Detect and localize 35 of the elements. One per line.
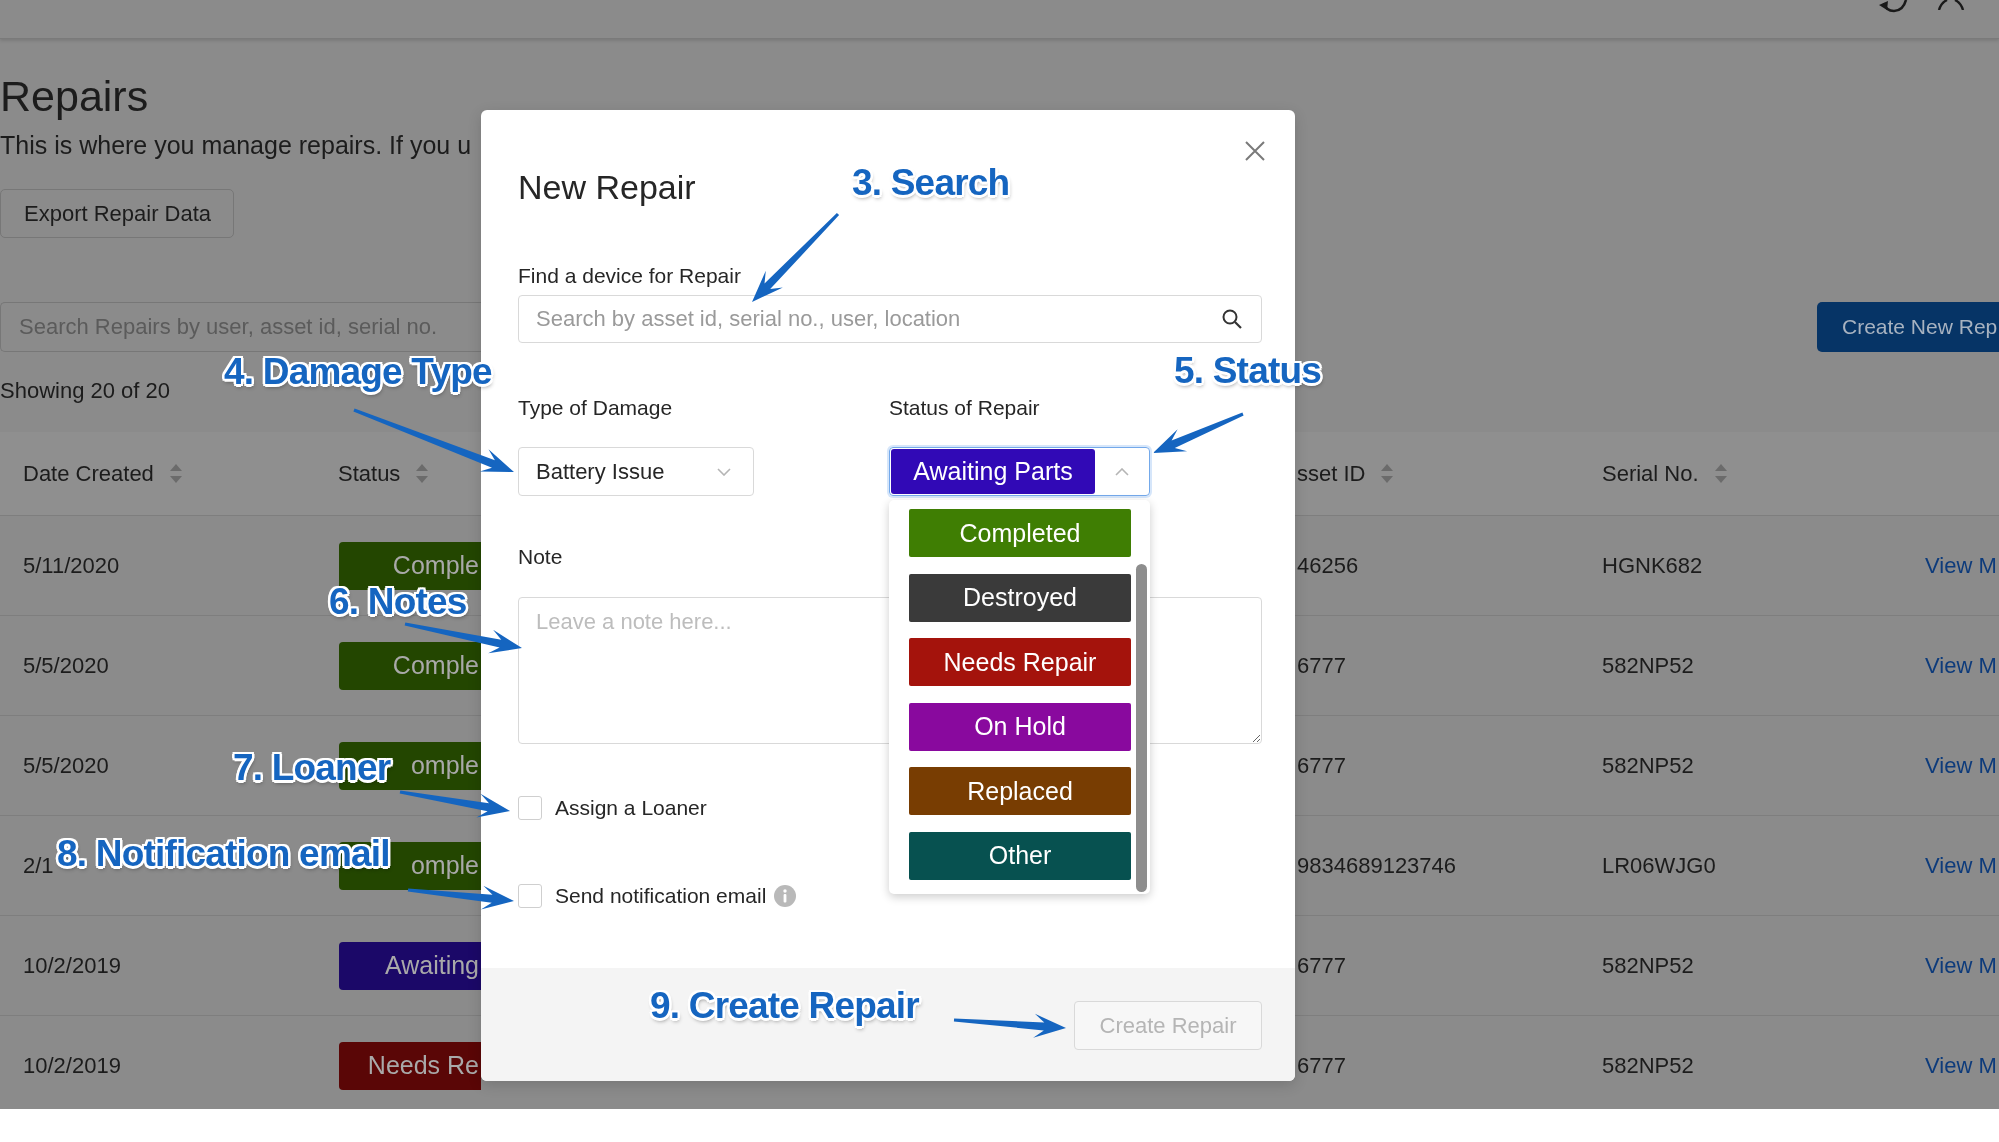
table-cell: 2/1	[23, 852, 54, 879]
callout-label: 3. Search	[852, 163, 1010, 204]
table-cell: 46256	[1297, 552, 1359, 579]
checkbox-label: Assign a Loaner	[555, 796, 707, 820]
status-value: Awaiting Parts	[891, 449, 1095, 494]
modal-title: New Repair	[518, 167, 696, 207]
field-label: Find a device for Repair	[518, 263, 741, 289]
status-badge: Needs Re	[339, 1041, 481, 1090]
table-cell: 5/5/2020	[23, 752, 109, 779]
status-badge: Awaiting	[339, 941, 481, 990]
page-title: Repairs	[0, 71, 149, 122]
status-badge: Comple	[339, 641, 481, 690]
field-label: Status of Repair	[889, 395, 1040, 421]
table-cell: 10/2/2019	[23, 952, 121, 979]
table-cell: 582NP52	[1602, 752, 1694, 779]
table-cell: 582NP52	[1602, 1052, 1694, 1079]
checkbox-label: Send notification email	[555, 884, 767, 908]
table-cell: 10/2/2019	[23, 1052, 121, 1079]
table-cell: 6777	[1297, 952, 1346, 979]
page-description: This is where you manage repairs. If you u	[0, 130, 472, 160]
table-cell: 5/11/2020	[23, 552, 120, 579]
table-cell: 6777	[1297, 752, 1346, 779]
result-count: Showing 20 of 20	[0, 378, 171, 404]
field-label: Note	[518, 544, 563, 570]
table-cell: 9834689123746	[1297, 852, 1457, 879]
table-cell: LR06WJG0	[1602, 852, 1716, 879]
table-cell: 582NP52	[1602, 952, 1694, 979]
table-cell: 582NP52	[1602, 652, 1694, 679]
table-cell: 5/5/2020	[23, 652, 109, 679]
field-label: Type of Damage	[518, 395, 673, 421]
table-cell: 6777	[1297, 1052, 1346, 1079]
callout-label: 5. Status	[1174, 351, 1321, 392]
table-cell: HGNK682	[1602, 552, 1703, 579]
callout-label: 9. Create Repair	[650, 986, 919, 1027]
table-cell: 6777	[1297, 652, 1346, 679]
